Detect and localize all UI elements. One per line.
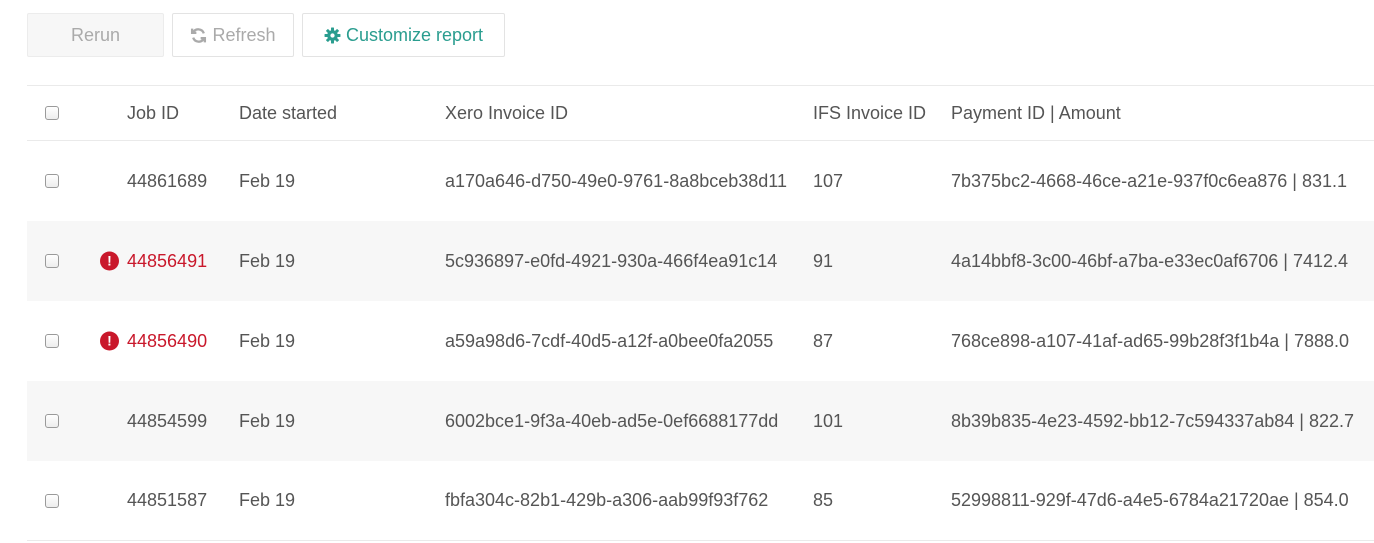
gear-icon xyxy=(324,27,341,44)
select-all-checkbox[interactable] xyxy=(45,106,59,120)
payment-cell: 4a14bbf8-3c00-46bf-a7ba-e33ec0af6706 | 7… xyxy=(951,250,1349,271)
row-checkbox[interactable] xyxy=(45,254,59,268)
row-select-cell xyxy=(27,461,97,540)
error-icon: ! xyxy=(100,331,119,351)
toolbar: Rerun Refresh Customize report xyxy=(27,13,505,57)
refresh-button[interactable]: Refresh xyxy=(172,13,294,57)
payment-cell: 52998811-929f-47d6-a4e5-6784a21720ae | 8… xyxy=(951,490,1349,510)
job-id[interactable]: 44856490 xyxy=(127,328,207,355)
table-row[interactable]: 44851587 Feb 19 fbfa304c-82b1-429b-a306-… xyxy=(27,461,1374,541)
row-select-cell xyxy=(27,221,97,301)
job-id-cell: 44854599 xyxy=(97,408,239,435)
error-icon: ! xyxy=(100,251,119,271)
job-id-cell: ! 44856490 xyxy=(97,328,239,355)
header-date-started[interactable]: Date started xyxy=(239,100,445,127)
rerun-button[interactable]: Rerun xyxy=(27,13,164,57)
payment-cell: 768ce898-a107-41af-ad65-99b28f3f1b4a | 7… xyxy=(951,330,1350,351)
header-job-id[interactable]: Job ID xyxy=(97,100,239,127)
xero-invoice-id-cell: a170a646-d750-49e0-9761-8a8bceb38d11 xyxy=(445,170,787,191)
ifs-invoice-id-cell: 87 xyxy=(813,330,834,351)
header-xero-invoice-id[interactable]: Xero Invoice ID xyxy=(445,100,813,127)
header-ifs-invoice-id[interactable]: IFS Invoice ID xyxy=(813,100,951,127)
job-id[interactable]: 44851587 xyxy=(127,487,207,514)
select-all-cell xyxy=(27,86,97,140)
payment-cell: 7b375bc2-4668-46ce-a21e-937f0c6ea876 | 8… xyxy=(951,170,1347,191)
row-checkbox[interactable] xyxy=(45,493,59,508)
date-started-cell: Feb 19 xyxy=(239,330,296,351)
xero-invoice-id-cell: 5c936897-e0fd-4921-930a-466f4ea91c14 xyxy=(445,250,778,271)
refresh-label: Refresh xyxy=(212,24,276,45)
job-id-cell: 44851587 xyxy=(97,487,239,514)
row-select-cell xyxy=(27,301,97,381)
xero-invoice-id-cell: 6002bce1-9f3a-40eb-ad5e-0ef6688177dd xyxy=(445,410,779,431)
row-select-cell xyxy=(27,141,97,221)
job-id-cell: ! 44856491 xyxy=(97,248,239,275)
date-started-cell: Feb 19 xyxy=(239,250,296,271)
row-select-cell xyxy=(27,381,97,461)
payment-cell: 8b39b835-4e23-4592-bb12-7c594337ab84 | 8… xyxy=(951,410,1355,431)
job-id[interactable]: 44861689 xyxy=(127,168,207,195)
date-started-cell: Feb 19 xyxy=(239,490,296,510)
job-id[interactable]: 44854599 xyxy=(127,408,207,435)
refresh-icon xyxy=(190,27,207,44)
ifs-invoice-id-cell: 107 xyxy=(813,170,844,191)
ifs-invoice-id-cell: 101 xyxy=(813,410,844,431)
xero-invoice-id-cell: a59a98d6-7cdf-40d5-a12f-a0bee0fa2055 xyxy=(445,330,774,351)
customize-report-label: Customize report xyxy=(345,24,484,45)
table-row[interactable]: 44854599 Feb 19 6002bce1-9f3a-40eb-ad5e-… xyxy=(27,381,1374,461)
ifs-invoice-id-cell: 85 xyxy=(813,490,834,510)
rerun-label: Rerun xyxy=(70,24,121,45)
job-id-cell: 44861689 xyxy=(97,168,239,195)
date-started-cell: Feb 19 xyxy=(239,410,296,431)
row-checkbox[interactable] xyxy=(45,414,59,428)
xero-invoice-id-cell: fbfa304c-82b1-429b-a306-aab99f93f762 xyxy=(445,490,769,510)
date-started-cell: Feb 19 xyxy=(239,170,296,191)
job-id[interactable]: 44856491 xyxy=(127,248,207,275)
customize-report-button[interactable]: Customize report xyxy=(302,13,505,57)
jobs-table: Job ID Date started Xero Invoice ID IFS … xyxy=(27,85,1374,541)
ifs-invoice-id-cell: 91 xyxy=(813,250,834,271)
table-row[interactable]: ! 44856491 Feb 19 5c936897-e0fd-4921-930… xyxy=(27,221,1374,301)
table-row[interactable]: 44861689 Feb 19 a170a646-d750-49e0-9761-… xyxy=(27,141,1374,221)
table-row[interactable]: ! 44856490 Feb 19 a59a98d6-7cdf-40d5-a12… xyxy=(27,301,1374,381)
header-payment[interactable]: Payment ID | Amount xyxy=(951,100,1374,127)
row-checkbox[interactable] xyxy=(45,174,59,188)
row-checkbox[interactable] xyxy=(45,334,59,348)
table-header-row: Job ID Date started Xero Invoice ID IFS … xyxy=(27,86,1374,141)
